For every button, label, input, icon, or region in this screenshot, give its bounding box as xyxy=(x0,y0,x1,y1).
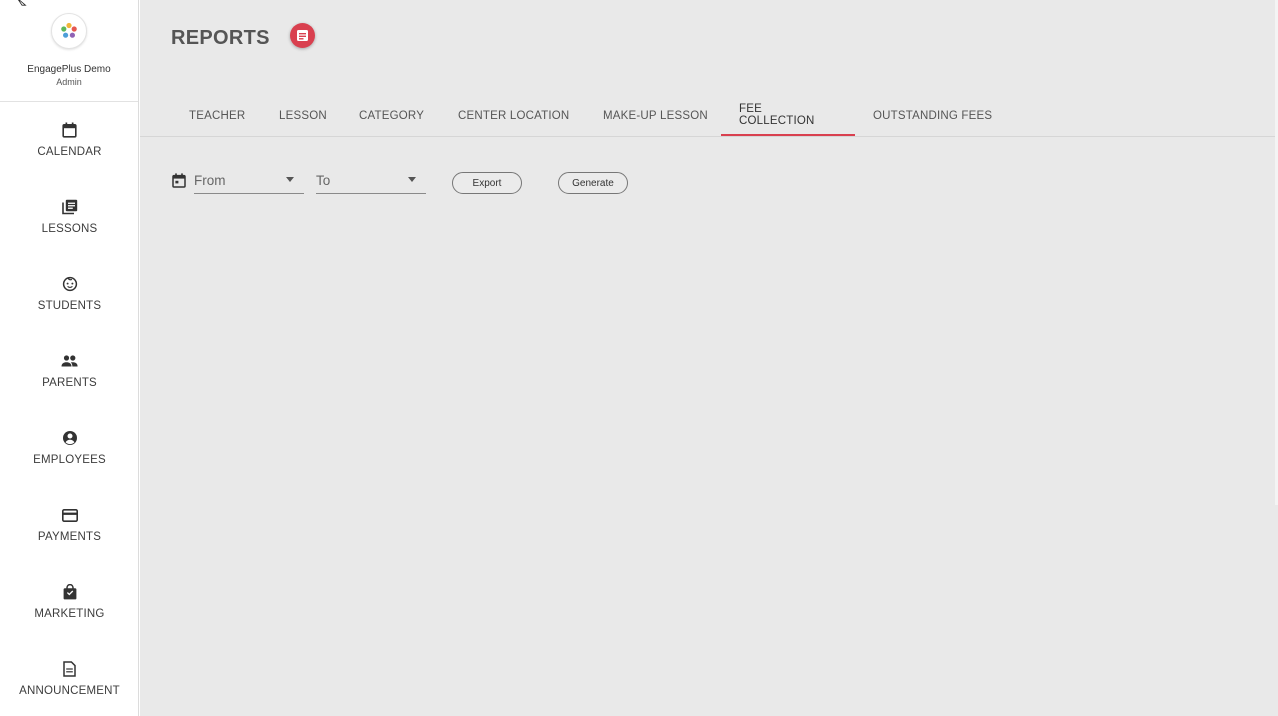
tab-teacher[interactable]: TEACHER xyxy=(171,96,263,136)
sidebar-item-label: ANNOUNCEMENT xyxy=(19,685,120,697)
to-date-select[interactable]: To xyxy=(316,168,426,194)
calendar-icon xyxy=(61,121,79,139)
from-date-label: From xyxy=(194,173,226,188)
filter-bar: From To Export Generate xyxy=(140,168,1278,198)
to-date-label: To xyxy=(316,173,331,188)
tab-category[interactable]: CATEGORY xyxy=(341,96,442,136)
sidebar-item-label: MARKETING xyxy=(34,608,105,620)
from-date-select[interactable]: From xyxy=(194,168,304,194)
sidebar: EngagePlus Demo Admin CALENDAR LESSONS S… xyxy=(0,0,139,716)
account-circle-icon xyxy=(61,429,79,447)
tab-lesson[interactable]: LESSON xyxy=(261,96,345,136)
generate-button[interactable]: Generate xyxy=(558,172,628,194)
document-icon xyxy=(61,660,79,678)
sidebar-item-marketing[interactable]: MARKETING xyxy=(0,583,139,643)
sidebar-item-label: PARENTS xyxy=(42,377,97,389)
sidebar-item-employees[interactable]: EMPLOYEES xyxy=(0,429,139,489)
report-icon[interactable] xyxy=(290,23,315,48)
flower-logo-icon[interactable] xyxy=(51,13,87,49)
sidebar-item-label: CALENDAR xyxy=(37,146,102,158)
chevron-down-icon xyxy=(286,177,294,182)
report-tabs: TEACHER LESSON CATEGORY CENTER LOCATION … xyxy=(140,96,1278,137)
sidebar-item-payments[interactable]: PAYMENTS xyxy=(0,506,139,566)
org-name: EngagePlus Demo xyxy=(27,64,111,75)
sidebar-item-students[interactable]: STUDENTS xyxy=(0,275,139,335)
user-role: Admin xyxy=(56,77,82,87)
app-root: EngagePlus Demo Admin CALENDAR LESSONS S… xyxy=(0,0,1278,716)
date-range-icon xyxy=(172,173,186,193)
sidebar-item-label: EMPLOYEES xyxy=(33,454,106,466)
child-face-icon xyxy=(61,275,79,293)
chevron-down-icon xyxy=(408,177,416,182)
sidebar-item-label: LESSONS xyxy=(41,223,98,235)
sidebar-item-announcement[interactable]: ANNOUNCEMENT xyxy=(0,660,139,716)
library-books-icon xyxy=(61,198,79,216)
mouse-cursor-icon xyxy=(18,0,27,6)
shopping-bag-icon xyxy=(61,583,79,601)
main-content: REPORTS TEACHER LESSON CATEGORY CENTER L… xyxy=(140,0,1278,716)
profile-section: EngagePlus Demo Admin xyxy=(0,0,138,102)
tab-outstanding-fees[interactable]: OUTSTANDING FEES xyxy=(855,96,1010,136)
tab-center-location[interactable]: CENTER LOCATION xyxy=(440,96,587,136)
credit-card-icon xyxy=(61,506,79,524)
page-title: REPORTS xyxy=(171,27,270,49)
sidebar-item-parents[interactable]: PARENTS xyxy=(0,352,139,412)
sidebar-item-label: PAYMENTS xyxy=(37,531,102,543)
tab-fee-collection[interactable]: FEE COLLECTION xyxy=(721,96,855,136)
sidebar-item-lessons[interactable]: LESSONS xyxy=(0,198,139,258)
tab-make-up-lesson[interactable]: MAKE-UP LESSON xyxy=(585,96,726,136)
export-button[interactable]: Export xyxy=(452,172,522,194)
people-icon xyxy=(61,352,79,370)
sidebar-item-calendar[interactable]: CALENDAR xyxy=(0,121,139,181)
sidebar-item-label: STUDENTS xyxy=(37,300,102,312)
